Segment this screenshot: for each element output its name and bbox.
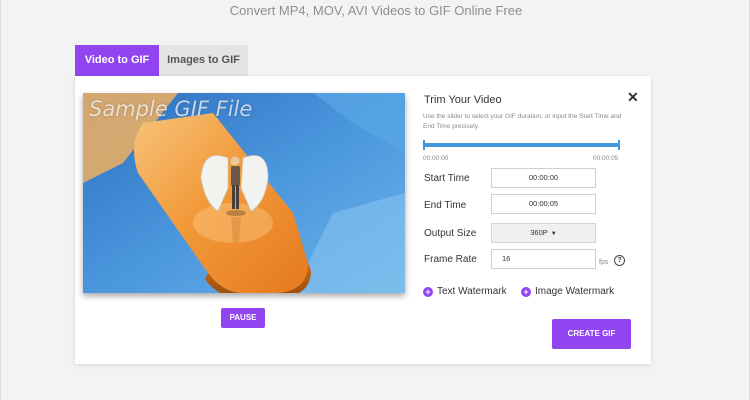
text-watermark-label: Text Watermark [437,286,507,297]
start-time-label: Start Time [424,173,470,184]
output-size-select[interactable]: 360P ▼ [491,223,596,243]
output-size-value: 360P [530,228,548,237]
page-heading: Convert MP4, MOV, AVI Videos to GIF Onli… [229,3,523,18]
slider-start-time: 00:00:00 [423,155,449,162]
video-watermark: Sample GIF File [89,97,253,121]
help-icon[interactable]: ? [614,255,625,266]
image-watermark-option[interactable]: + Image Watermark [521,286,614,297]
plus-icon: + [423,286,433,297]
trim-start-handle[interactable] [423,140,425,150]
slider-end-time: 00:00:05 [593,155,619,162]
video-preview[interactable]: Sample GIF File [83,93,405,293]
tab-video-to-gif[interactable]: Video to GIF [75,45,159,76]
panel-title: Trim Your Video [424,94,502,106]
text-watermark-option[interactable]: + Text Watermark [423,286,507,297]
fps-unit: fps [599,259,609,266]
create-gif-button[interactable]: CREATE GIF [552,319,631,349]
plus-icon: + [521,286,531,297]
close-icon[interactable]: ✕ [627,89,639,106]
end-time-input[interactable]: 00:00:05 [491,194,596,214]
image-watermark-label: Image Watermark [535,286,615,297]
pause-button[interactable]: PAUSE [221,308,265,328]
chevron-down-icon: ▼ [550,231,557,237]
video-scene [83,93,405,293]
trim-slider-track[interactable] [424,143,620,147]
frame-rate-input[interactable]: 16 [491,249,596,269]
panel-description: Use the slider to select your GIF durati… [423,113,622,130]
tab-images-to-gif[interactable]: Images to GIF [159,45,248,76]
end-time-label: End Time [424,200,467,211]
start-time-input[interactable]: 00:00:00 [491,168,596,188]
output-size-label: Output Size [424,228,477,239]
trim-end-handle[interactable] [618,140,620,150]
frame-rate-label: Frame Rate [424,254,477,265]
tab-bar: Video to GIF Images to GIF [75,45,248,76]
converter-card: Sample GIF File PAUSE Trim Your Video ✕ … [75,76,651,364]
